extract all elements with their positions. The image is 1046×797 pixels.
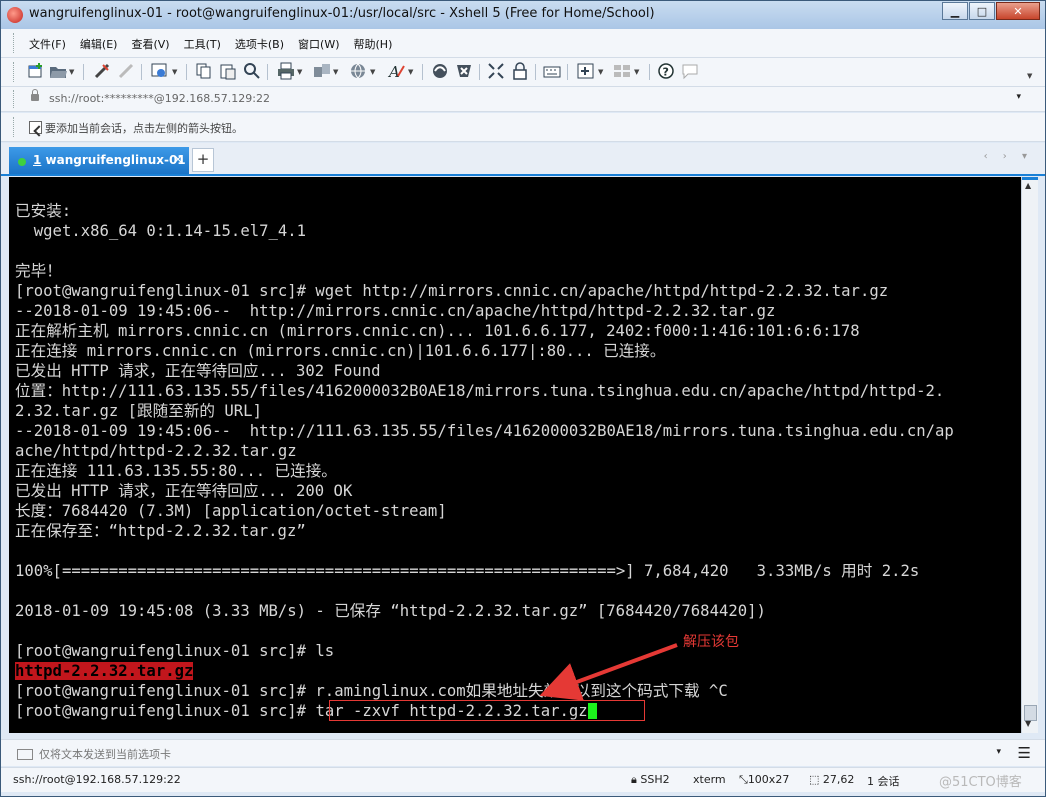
toolbar-separator [422,64,423,80]
window-controls: ▁ □ ✕ [941,2,1040,20]
find-icon[interactable] [243,62,261,80]
print-dropdown-icon[interactable]: ▼ [297,68,302,76]
new-tab-button[interactable]: + [192,148,214,172]
print-icon[interactable] [277,62,295,80]
toolbar-separator [535,64,536,80]
menu-file[interactable]: 文件(F) [29,36,66,52]
address-grip[interactable] [13,90,17,108]
compose-icon [17,749,33,760]
transfer-icon[interactable] [313,62,331,80]
keyboard-icon[interactable] [543,62,561,80]
close-button[interactable]: ✕ [996,2,1040,20]
toolbar: ▼ ▼ ▼ ▼ ▼ A ▼ ▼ ▼ ? ▼ [1,58,1045,87]
session-hint-bar: 要添加当前会话，点击左侧的箭头按钮。 [1,113,1045,142]
xmanager-icon[interactable] [455,62,473,80]
toolbar-grip[interactable] [13,62,17,82]
status-lock-icon: 🔒︎ [631,773,637,786]
address-bar: ssh://root:*********@192.168.57.129:22 ▾ [1,87,1045,112]
maximize-button[interactable]: □ [969,2,995,20]
tab-close-icon[interactable]: × [173,152,183,166]
resize-icon: ⤡ [739,773,748,786]
open-dropdown-icon[interactable]: ▼ [69,68,74,76]
compose-input[interactable]: 仅将文本发送到当前选项卡 [39,746,171,762]
toolbar-separator [267,64,268,80]
status-sessions: 1 会话 [867,775,900,788]
scroll-down-icon[interactable]: ▼ [1025,719,1031,728]
connected-status-icon [18,158,26,166]
add-tab-dropdown-icon[interactable]: ▼ [598,68,603,76]
globe-icon[interactable] [349,62,367,80]
scrollbar-accent [1022,177,1038,180]
toolbar-separator [649,64,650,80]
hint-grip[interactable] [13,117,17,137]
menu-help[interactable]: 帮助(H) [354,36,393,52]
menu-tools[interactable]: 工具(T) [184,36,221,52]
toolbar-overflow-icon[interactable]: ▼ [1027,72,1032,80]
menu-grip[interactable] [13,33,17,53]
properties-dropdown-icon[interactable]: ▼ [172,68,177,76]
add-tab-icon[interactable] [577,62,595,80]
status-size: ⤡100x27 [739,773,790,786]
toolbar-separator [141,64,142,80]
menu-bar: 文件(F) 编辑(E) 查看(V) 工具(T) 选项卡(B) 窗口(W) 帮助(… [1,29,1045,58]
fullscreen-icon[interactable] [487,62,505,80]
font-dropdown-icon[interactable]: ▼ [408,68,413,76]
tab-bar: 1 wangruifenglinux-01 × + ‹ › ▾ [1,143,1045,176]
compose-bar: 仅将文本发送到当前选项卡 ▾ ☰ [1,739,1045,766]
open-folder-icon[interactable] [49,62,67,80]
reconnect-icon[interactable] [93,62,111,80]
title-bar[interactable]: wangruifenglinux-01 - root@wangruifengli… [1,1,1045,29]
svg-text:?: ? [663,66,669,79]
tab-session-1[interactable]: 1 wangruifenglinux-01 × [9,147,189,174]
svg-text:A: A [387,63,400,80]
toolbar-separator [186,64,187,80]
xftp-icon[interactable] [431,62,449,80]
add-session-arrow-icon[interactable] [29,121,42,134]
window-title: wangruifenglinux-01 - root@wangruifengli… [29,6,655,21]
xshell-app-icon [7,7,23,23]
xshell-window: wangruifenglinux-01 - root@wangruifengli… [0,0,1046,797]
lock-icon [31,89,39,101]
tab-label: 1 wangruifenglinux-01 [33,153,186,167]
hint-text: 要添加当前会话，点击左侧的箭头按钮。 [45,122,243,135]
lock-screen-icon[interactable] [511,62,529,80]
help-icon[interactable]: ? [657,62,675,80]
status-protocol: 🔒︎ SSH2 [631,773,670,786]
copy-icon[interactable] [195,62,213,80]
chat-icon[interactable] [681,62,699,80]
minimize-button[interactable]: ▁ [942,2,968,20]
annotation-arrow [539,643,678,701]
tile-layout-icon[interactable] [613,62,631,80]
tile-dropdown-icon[interactable]: ▼ [634,68,639,76]
toolbar-separator [83,64,84,80]
status-bar: ssh://root@192.168.57.129:22 🔒︎ SSH2 xte… [1,767,1045,792]
new-session-icon[interactable] [27,62,45,80]
toolbar-separator [479,64,480,80]
toolbar-separator [567,64,568,80]
font-icon[interactable]: A [387,62,405,81]
address-field[interactable]: ssh://root:*********@192.168.57.129:22 [49,92,270,105]
compose-dropdown-icon[interactable]: ▾ [996,747,1001,757]
status-connection: ssh://root@192.168.57.129:22 [13,773,181,786]
menu-window[interactable]: 窗口(W) [298,36,339,52]
status-terminal-type: xterm [693,773,726,786]
compose-menu-icon[interactable]: ☰ [1018,744,1031,762]
scroll-up-icon[interactable]: ▲ [1025,181,1031,190]
disconnect-icon[interactable] [117,62,135,80]
transfer-dropdown-icon[interactable]: ▼ [333,68,338,76]
globe-dropdown-icon[interactable]: ▼ [370,68,375,76]
annotation-label: 解压该包 [683,634,739,650]
tab-navigation-icons[interactable]: ‹ › ▾ [984,151,1033,162]
menu-view[interactable]: 查看(V) [131,36,169,52]
paste-icon[interactable] [219,62,237,80]
terminal-scrollbar[interactable]: ▲ ▼ [1021,177,1038,733]
terminal-pane[interactable]: 已安装: wget.x86_64 0:1.14-15.el7_4.1 完毕！ [… [9,177,1021,733]
status-cursor-position: ⬚ 27,62 [809,773,855,786]
cursor-position-icon: ⬚ [809,773,820,786]
properties-icon[interactable] [151,62,169,80]
watermark: @51CTO博客 [939,775,1022,790]
address-dropdown-icon[interactable]: ▾ [1016,92,1021,102]
menu-edit[interactable]: 编辑(E) [80,36,118,52]
menu-tabs[interactable]: 选项卡(B) [235,36,284,52]
